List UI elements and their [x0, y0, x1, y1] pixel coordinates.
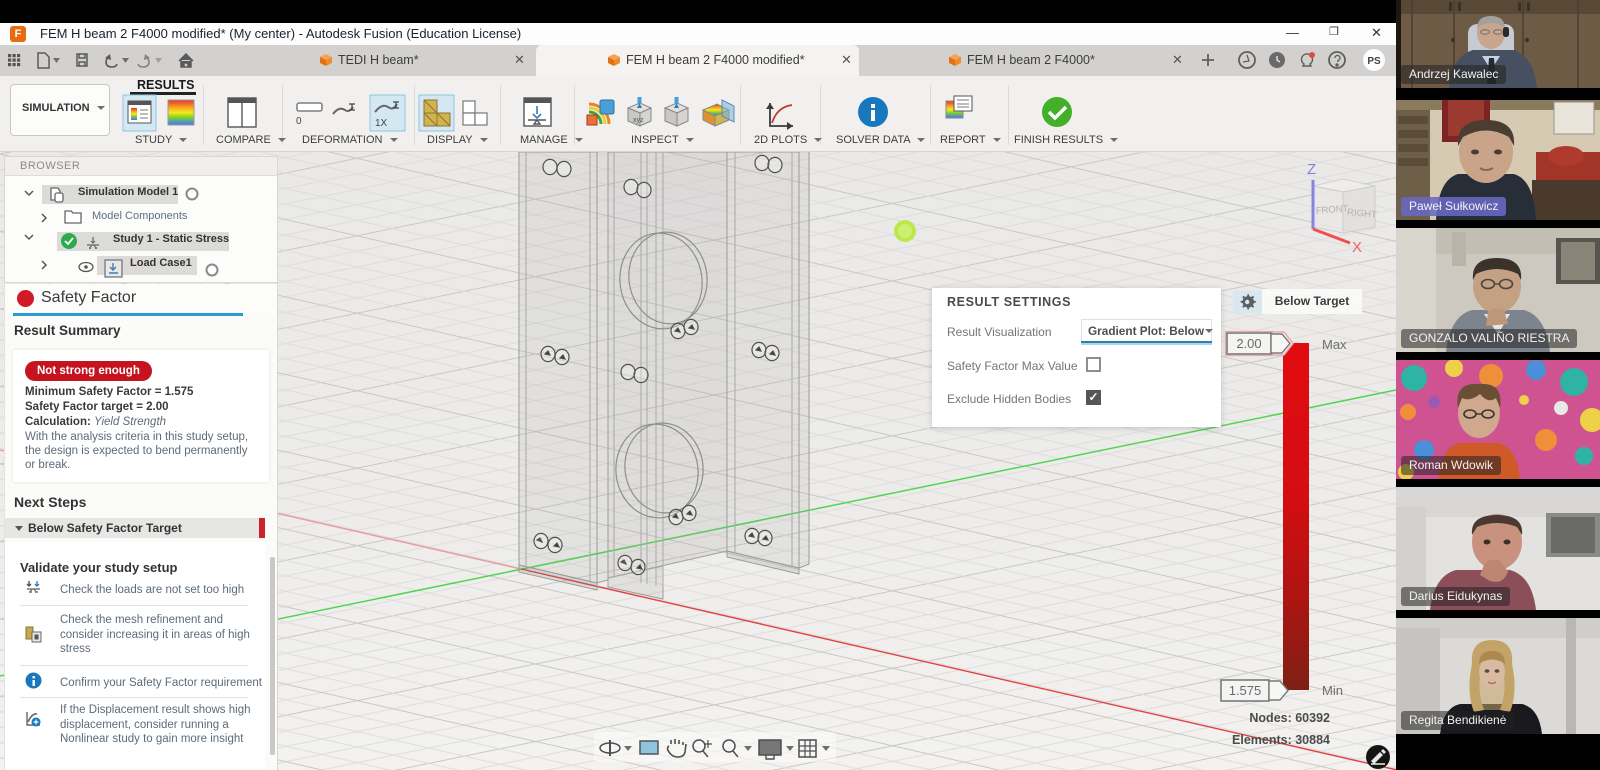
svg-text:xyz: xyz [633, 117, 644, 124]
svg-text:X: X [1352, 239, 1362, 256]
svg-text:1.575: 1.575 [1229, 683, 1262, 698]
svg-text:PS: PS [1367, 56, 1381, 67]
svg-text:2.00: 2.00 [1236, 336, 1261, 351]
svg-text:Z: Z [1307, 161, 1316, 178]
svg-text:0: 0 [296, 116, 302, 127]
svg-text:1X: 1X [375, 118, 388, 129]
